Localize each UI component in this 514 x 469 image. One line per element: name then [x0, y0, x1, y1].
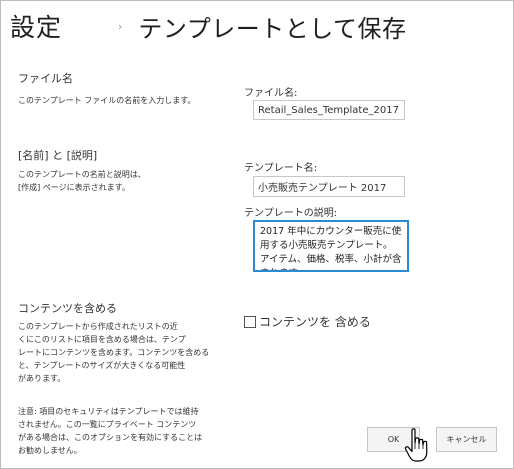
- include-content-section-title: コンテンツを含める: [18, 302, 117, 315]
- file-name-input[interactable]: Retail_Sales_Template_2017: [253, 100, 405, 120]
- security-note-3: がある場合は、このオプションを有効にすることは: [18, 433, 203, 442]
- breadcrumb-separator-icon: ›: [118, 19, 123, 33]
- file-name-section-title: ファイル名: [18, 72, 73, 85]
- include-content-description-5: があります。: [18, 374, 66, 383]
- include-content-checkbox-label[interactable]: コンテンツを 含める: [259, 313, 371, 330]
- file-name-description: このテンプレート ファイルの名前を入力します。: [18, 96, 196, 105]
- name-description-text-2: [作成] ページに表示されます。: [18, 183, 130, 192]
- include-content-description-2: くにこのリストに項目を含める場合は、テンプ: [18, 335, 186, 344]
- page-header: 設定 › テンプレートとして保存: [10, 6, 406, 46]
- security-note-2: されません。この一覧にプライベート コンテンツ: [18, 420, 197, 429]
- file-name-label: ファイル名:: [244, 88, 298, 99]
- name-description-text-1: このテンプレートの名前と説明は、: [18, 170, 146, 179]
- security-note-1: 注意: 項目のセキュリティはテンプレートでは維持: [18, 407, 199, 416]
- include-content-description-4: と、テンプレートのサイズが大きくなる可能性: [18, 361, 186, 370]
- template-description-label: テンプレートの説明:: [244, 208, 338, 219]
- page-title: テンプレートとして保存: [138, 14, 407, 43]
- template-description-textarea[interactable]: 2017 年中にカウンター販売に使用する小売販売テンプレート。アイテム、価格、税…: [253, 220, 409, 272]
- name-description-section-title: [名前] と [説明]: [18, 149, 98, 162]
- site-title[interactable]: 設定: [10, 8, 62, 44]
- include-content-checkbox[interactable]: [244, 315, 256, 328]
- hand-pointer-icon: [404, 428, 428, 462]
- cancel-button[interactable]: キャンセル: [436, 427, 497, 452]
- include-content-description-3: レートにコンテンツを含めます。コンテンツを含める: [18, 348, 210, 357]
- include-content-option[interactable]: コンテンツを 含める: [244, 313, 371, 330]
- security-note-4: お勧めしません。: [18, 446, 82, 455]
- template-name-label: テンプレート名:: [244, 163, 318, 174]
- include-content-description-1: このテンプレートから作成されたリストの近: [18, 322, 178, 331]
- template-name-input[interactable]: 小売販売テンプレート 2017: [253, 176, 405, 197]
